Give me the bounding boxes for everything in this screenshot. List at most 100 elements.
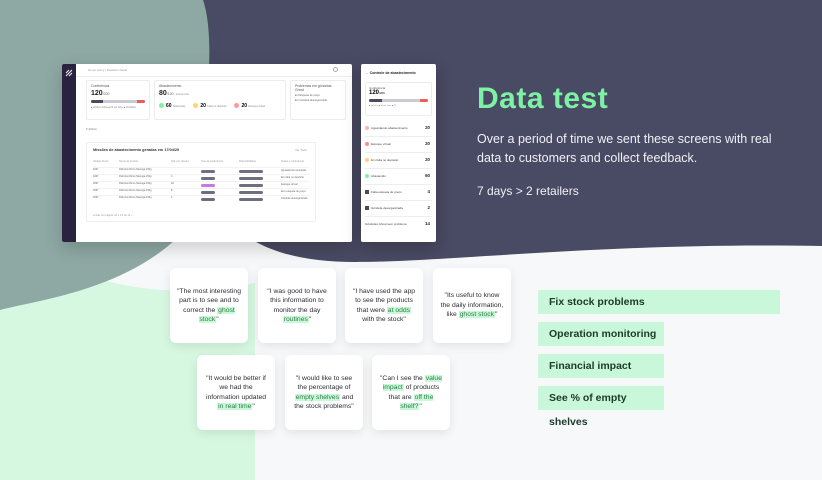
type-pill — [201, 197, 215, 201]
row-qty: 8 — [171, 189, 173, 192]
panel-header[interactable]: ← Controle de abastecimento — [365, 71, 416, 75]
kpi-restocked: 60 Abastecido — [159, 103, 185, 109]
availability-pill — [239, 169, 263, 173]
row-code: 4097 — [93, 168, 99, 171]
panel-row[interactable]: Estoque virtual 20 — [365, 136, 432, 153]
panel-row[interactable]: Em falta no depósito 20 — [365, 152, 432, 169]
panel-row-label: Gôndolas Ghost sem problema — [365, 222, 407, 226]
ghost-problem-item: ■ 2 Gôndola desorganizada — [295, 99, 327, 102]
conference-title: Conferência — [91, 84, 110, 88]
quote-highlight: routines — [282, 316, 309, 323]
table-row[interactable]: 4067 Palmitos Ricos Manuga 150g 8 Erro e… — [93, 188, 309, 195]
panel-row-label: Gôndola desorganizada — [371, 206, 403, 210]
table-row[interactable]: 4097 Palmitos Ricos Manuga 150g 18 Estoq… — [93, 181, 309, 188]
shelf-icon — [365, 206, 369, 211]
row-code: 4067 — [93, 189, 99, 192]
tag-fix-stock: Fix stock problems — [538, 290, 780, 314]
table-pagination[interactable]: Linhas por página: 10 ▾ 1-5 de 12 ‹ › — [93, 214, 133, 217]
quote-part: " — [216, 316, 219, 323]
ghost-problems-card[interactable]: Problemas em gôndolas Ghost ■ 4 Etiqueta… — [290, 80, 346, 120]
quote-text: "I have used the app to see the products… — [351, 287, 417, 325]
col-qty: Qtd. por Vender — [171, 160, 189, 163]
kpi-label: Estoque virtual — [248, 105, 265, 108]
gear-icon[interactable] — [333, 67, 338, 72]
panel-row-label: Em falta no depósito — [371, 158, 399, 162]
conference-progress — [91, 100, 145, 103]
app-logo-icon — [65, 69, 73, 77]
hero-meta: 7 days > 2 retailers — [477, 184, 579, 198]
quote-part: " — [419, 403, 422, 410]
table-header: Código Ghost Nome do produto Qtd. por Ve… — [93, 160, 309, 164]
conference-total: /200 — [102, 92, 110, 96]
breadcrumb: Home Leroy | Relatório Geral — [76, 64, 352, 77]
row-name: Palmitos Ricos Manuga 150g — [119, 175, 152, 178]
row-code: 4097 — [93, 182, 99, 185]
tag-operation-monitoring: Operation monitoring — [538, 322, 664, 346]
filters-button[interactable]: ≡ Filtros — [86, 127, 97, 131]
tag-financial-impact: Financial impact — [538, 354, 664, 378]
quote-text: "I was good to have this information to … — [264, 287, 330, 325]
panel-row[interactable]: Falta etiqueta de preço 4 — [365, 184, 432, 201]
table-row[interactable]: 4097 Palmitos Ricos Manuga 150g 4 Gôndol… — [93, 195, 309, 202]
conference-card[interactable]: Conferência 120/200 ■ 40 Bem feitas ■ 60… — [86, 80, 150, 120]
panel-card-count: 120 — [369, 90, 380, 96]
table-row[interactable]: 4097 Palmitos Ricos Manuga 150g Aguardan… — [93, 167, 309, 174]
restock-card[interactable]: Abastecimento 80/100 abastecido 60 Abast… — [154, 80, 286, 120]
conference-count: 120 — [91, 90, 103, 97]
hero-description: Over a period of time we sent these scre… — [477, 132, 772, 165]
row-status: Aguardando reposição — [281, 169, 307, 172]
quote-part: " — [308, 316, 312, 323]
ghost-problem-item: ■ 4 Etiqueta de preço — [295, 94, 320, 97]
panel-row-label: Falta etiqueta de preço — [371, 190, 402, 194]
panel-row[interactable]: Gôndolas Ghost sem problema 14 — [365, 216, 432, 232]
panel-row-count: 20 — [425, 157, 430, 162]
col-availability: Disponibilidade — [239, 160, 256, 163]
clock-icon — [365, 126, 369, 131]
quote-text: "Its useful to know the daily informatio… — [439, 291, 505, 320]
quote-card: "The most interesting part is to see and… — [170, 268, 248, 343]
hero-title: Data test — [477, 82, 609, 115]
availability-pill — [239, 176, 263, 180]
kpi-value: 60 — [166, 103, 172, 109]
quote-part: "Can I see the — [380, 374, 425, 382]
panel-row-count: 4 — [427, 189, 430, 194]
restock-suffix: abastecido — [175, 92, 190, 96]
panel-row-count: 20 — [425, 141, 430, 146]
warning-icon — [193, 103, 199, 109]
check-icon — [159, 103, 164, 109]
quote-part: with the stock" — [362, 316, 406, 323]
table-row[interactable]: 4067 Palmitos Ricos Manuga 150g 4 Em fal… — [93, 174, 309, 181]
panel-row[interactable]: Abastecido 60 — [365, 168, 432, 185]
kpi-label: Falta no depósito — [207, 105, 227, 108]
type-pill — [201, 190, 215, 194]
quote-part: " — [252, 403, 255, 410]
quote-card: "Its useful to know the daily informatio… — [433, 268, 511, 343]
quote-card: "I have used the app to see the products… — [345, 268, 423, 343]
panel-row[interactable]: Aguardando abastecimento 20 — [365, 120, 432, 137]
type-pill — [201, 169, 215, 173]
quote-part: "I was good to have this information to … — [267, 287, 327, 314]
panel-card-total: /200 — [379, 91, 385, 95]
panel-row-count: 2 — [427, 205, 430, 210]
row-name: Palmitos Ricos Manuga 150g — [119, 182, 152, 185]
quote-highlight: empty shelves — [294, 393, 341, 401]
tag-icon — [365, 190, 369, 195]
panel-conference-card[interactable]: Conferência 120/200 ■ 40 feitas ■ 60 por… — [365, 82, 432, 116]
app-sidebar — [62, 64, 76, 242]
row-code: 4097 — [93, 196, 99, 199]
restock-value: 80/100 abastecido — [159, 90, 281, 97]
box-icon — [365, 142, 369, 147]
col-code: Código Ghost — [93, 160, 109, 163]
panel-row[interactable]: Gôndola desorganizada 2 — [365, 200, 432, 217]
row-status: Erro etiqueta de preço — [281, 190, 306, 193]
row-name: Palmitos Ricos Manuga 150g — [119, 196, 152, 199]
quote-highlight: ghost stock — [458, 311, 496, 319]
row-status: Em falta no depósito — [281, 176, 304, 179]
panel-row-count: 60 — [425, 173, 430, 178]
kpi-virtual: 20 Estoque virtual — [234, 103, 265, 109]
quote-highlight: at odds — [386, 306, 412, 314]
availability-pill — [239, 197, 263, 201]
warning-icon — [365, 158, 369, 163]
restock-kpis: 60 Abastecido 20 Falta no depósito 20 Es… — [159, 103, 281, 109]
view-all-link[interactable]: Ver Tudo — [295, 148, 307, 152]
